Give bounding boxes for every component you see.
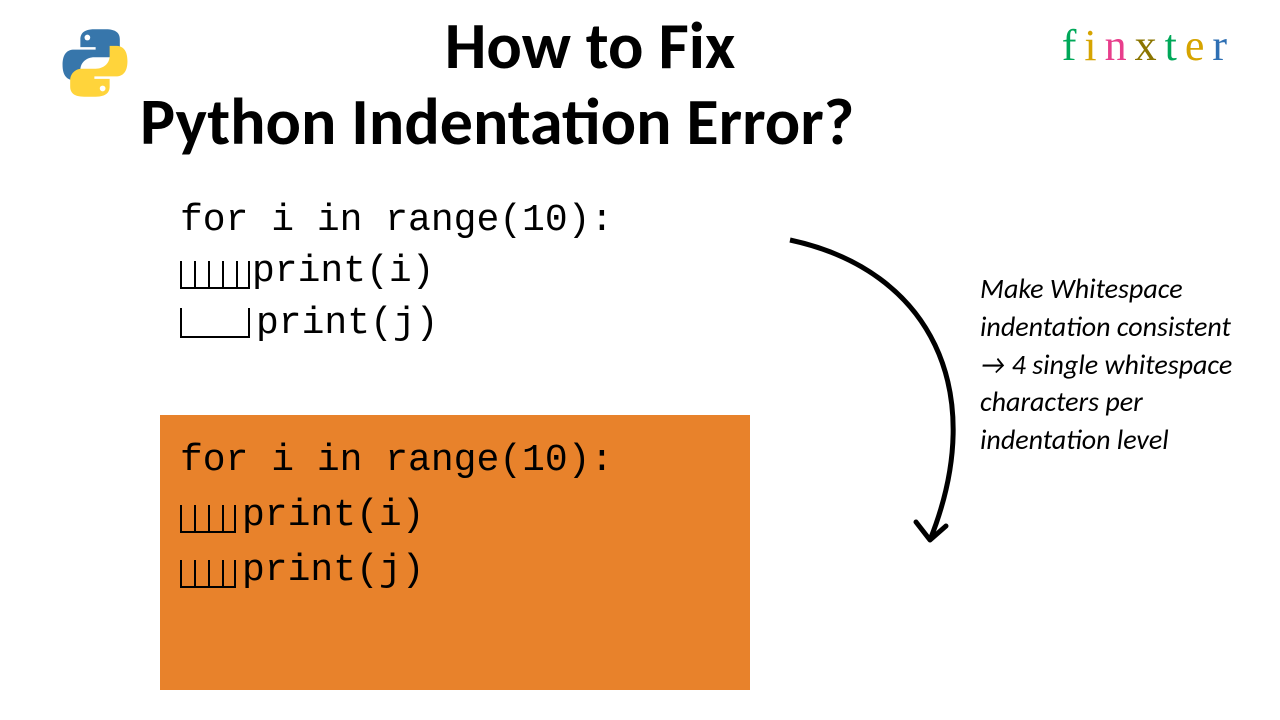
code-text: for i in range(10): — [180, 195, 613, 246]
code-line: print(j) — [180, 543, 730, 598]
tab-whitespace-icon — [180, 308, 250, 338]
code-text: print(i) — [252, 246, 434, 297]
code-block-fixed: for i in range(10): print(i) print(j) — [160, 415, 750, 690]
code-line: for i in range(10): — [180, 195, 613, 246]
slide-title: How to Fix Python Indentation Error? — [140, 8, 1040, 160]
code-text: for i in range(10): — [180, 433, 613, 488]
whitespace-marks-5-icon — [180, 255, 250, 289]
python-logo-icon — [60, 28, 130, 98]
code-text: print(i) — [242, 488, 424, 543]
code-line: for i in range(10): — [180, 433, 730, 488]
whitespace-marks-4-icon — [180, 554, 236, 588]
code-line: print(i) — [180, 246, 613, 297]
code-line: print(i) — [180, 488, 730, 543]
tip-text: Make Whitespace indentation consistent →… — [980, 271, 1232, 457]
code-block-incorrect: for i in range(10): print(i) print(j) — [180, 195, 613, 349]
title-line-2: Python Indentation Error? — [140, 84, 1040, 160]
code-text: print(j) — [256, 298, 438, 349]
title-line-1: How to Fix — [140, 8, 1040, 84]
code-text: print(j) — [242, 543, 424, 598]
whitespace-marks-4-icon — [180, 499, 236, 533]
code-line: print(j) — [180, 298, 613, 349]
tip-annotation: Make Whitespace indentation consistent →… — [980, 270, 1240, 459]
finxter-logo: finxter — [1062, 20, 1235, 71]
